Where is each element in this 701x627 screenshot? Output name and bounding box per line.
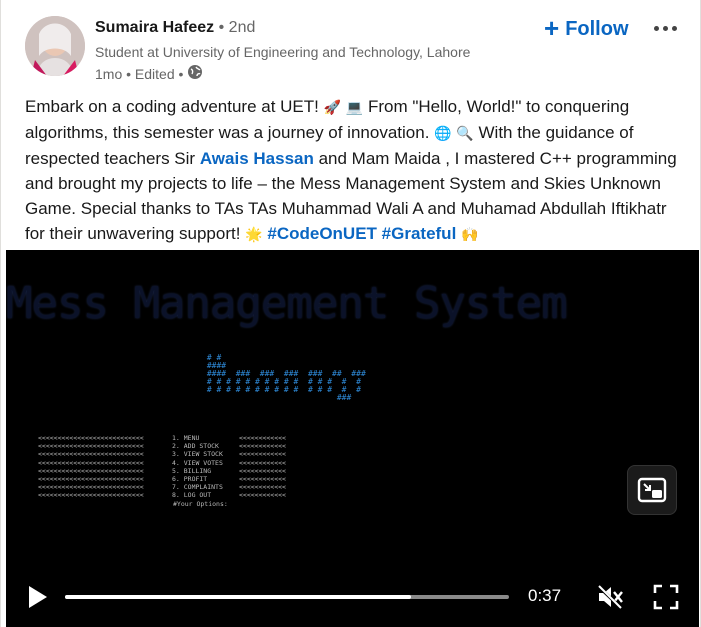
video-frame-title: Mess Management System	[6, 278, 568, 329]
video-menu-decoration: <<<<<<<<<<<<	[239, 483, 286, 492]
play-button[interactable]	[24, 584, 50, 610]
more-options-icon[interactable]	[648, 16, 682, 40]
video-menu-decoration: <<<<<<<<<<<<<<<<<<<<<<<<<<<	[38, 466, 144, 475]
video-menu-decoration: <<<<<<<<<<<<<<<<<<<<<<<<<<<	[38, 450, 144, 459]
video-frame-ascii-logo: # # #### #### ### ### ### ### ## ### # #…	[206, 353, 366, 402]
picture-in-picture-button[interactable]	[627, 465, 677, 515]
sun-emoji: 🌟	[245, 226, 263, 242]
post-card: Sumaira Hafeez • 2nd Student at Universi…	[0, 0, 701, 627]
post-text-part1: Embark on a coding adventure at UET!	[25, 97, 319, 116]
globe-emoji: 🌐	[434, 125, 452, 141]
video-menu-item: 7. COMPLAINTS	[172, 483, 223, 492]
video-progress-bar[interactable]	[65, 595, 509, 599]
follow-button[interactable]: + Follow	[544, 14, 629, 44]
laptop-emoji: 💻	[345, 99, 364, 115]
video-menu-decoration: <<<<<<<<<<<<	[239, 442, 286, 451]
author-headline: Student at University of Engineering and…	[95, 44, 471, 60]
fullscreen-button[interactable]	[651, 582, 681, 612]
raised-hands-emoji: 🙌	[461, 226, 479, 242]
video-menu-decoration: <<<<<<<<<<<<	[239, 458, 286, 467]
video-menu-item: 4. VIEW VOTES	[172, 458, 223, 467]
video-menu-decoration: <<<<<<<<<<<<	[239, 434, 286, 442]
follow-label: Follow	[565, 17, 629, 40]
play-icon	[29, 586, 47, 608]
post-meta: 1mo • Edited •	[95, 64, 203, 83]
video-menu-item: #Your Options:	[173, 499, 228, 508]
hashtag-link-grateful[interactable]: #Grateful	[382, 224, 457, 243]
post-text: Embark on a coding adventure at UET! 🚀 💻…	[25, 94, 685, 247]
mute-button[interactable]	[595, 582, 625, 612]
video-menu-decoration: <<<<<<<<<<<<	[239, 475, 286, 483]
video-progress-fill	[65, 595, 412, 599]
video-menu-decoration: <<<<<<<<<<<<<<<<<<<<<<<<<<<	[38, 491, 144, 500]
video-menu-item: 8. LOG OUT	[172, 491, 212, 500]
video-menu-decoration: <<<<<<<<<<<<<<<<<<<<<<<<<<<	[38, 475, 144, 483]
hashtag-link-codeonuet[interactable]: #CodeOnUET	[267, 224, 377, 243]
video-menu-item: 2. ADD STOCK	[172, 442, 219, 451]
mention-link[interactable]: Awais Hassan	[200, 149, 314, 168]
muted-speaker-icon	[596, 584, 624, 611]
globe-icon	[187, 64, 203, 83]
video-menu-decoration: <<<<<<<<<<<<<<<<<<<<<<<<<<<	[38, 434, 144, 442]
video-controls: 0:37	[6, 572, 699, 627]
picture-in-picture-icon	[637, 477, 667, 503]
post-meta-text: 1mo • Edited •	[95, 65, 184, 82]
author-name[interactable]: Sumaira Hafeez • 2nd	[95, 19, 255, 37]
video-player[interactable]: Mess Management System # # #### #### ###…	[6, 250, 699, 627]
video-menu-decoration: <<<<<<<<<<<<	[239, 450, 286, 459]
avatar[interactable]	[25, 16, 85, 76]
video-menu-decoration: <<<<<<<<<<<<<<<<<<<<<<<<<<<	[38, 442, 144, 451]
author-name-text[interactable]: Sumaira Hafeez	[95, 19, 214, 36]
connection-degree: • 2nd	[218, 19, 256, 36]
video-menu-item: 1. MENU	[172, 434, 200, 442]
video-menu-item: 5. BILLING	[172, 466, 212, 475]
fullscreen-icon	[653, 584, 679, 610]
video-menu-decoration: <<<<<<<<<<<<	[239, 491, 286, 500]
video-time: 0:37	[528, 586, 562, 605]
video-menu-item: 3. VIEW STOCK	[172, 450, 223, 459]
rocket-emoji: 🚀	[323, 99, 342, 115]
video-menu-item: 6. PROFIT	[172, 475, 208, 483]
video-menu-decoration: <<<<<<<<<<<<<<<<<<<<<<<<<<<	[38, 458, 144, 467]
video-menu-decoration: <<<<<<<<<<<<	[239, 466, 286, 475]
plus-icon: +	[544, 12, 560, 43]
video-menu-decoration: <<<<<<<<<<<<<<<<<<<<<<<<<<<	[38, 483, 144, 492]
magnifier-emoji: 🔍	[456, 125, 474, 141]
